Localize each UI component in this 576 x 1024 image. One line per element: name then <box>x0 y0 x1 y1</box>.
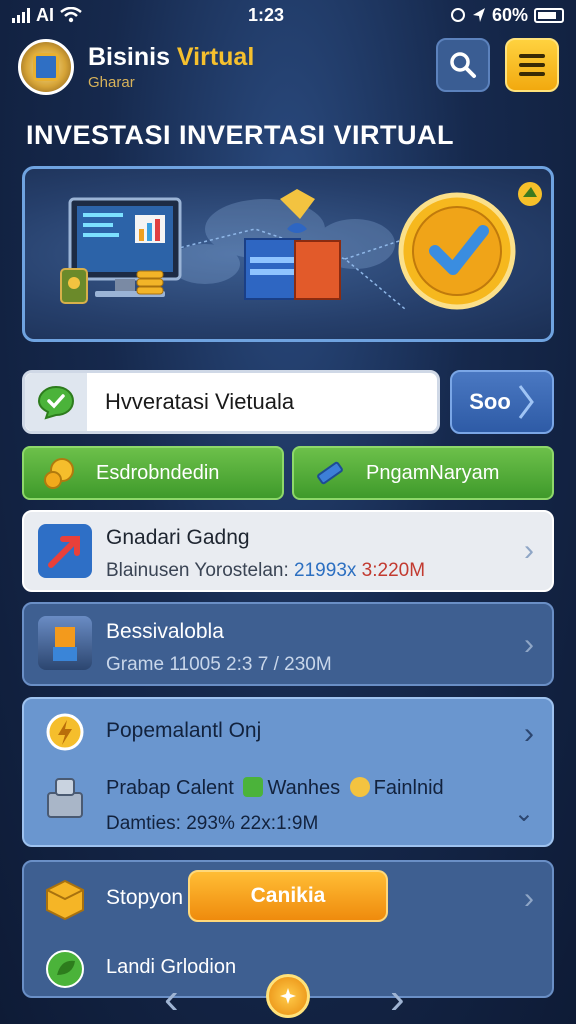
chevron-down-icon[interactable]: ⌄ <box>514 799 534 829</box>
action-right-label: PngamNaryam <box>366 461 500 484</box>
brand: Bisinis Virtual Gharar <box>88 43 254 91</box>
app-header: Bisinis Virtual Gharar <box>0 30 576 104</box>
game-icon <box>38 616 92 670</box>
list-item[interactable]: Bessivalobla Grame 11005 2:3 7 / 230M › <box>22 602 554 686</box>
card-subtitle: Grame 11005 2:3 7 / 230M <box>106 654 332 675</box>
search-button[interactable] <box>436 38 490 92</box>
plant-jar-icon <box>60 268 88 304</box>
gold-box-icon <box>38 872 92 926</box>
battery-icon <box>534 7 564 23</box>
chevron-right-icon: › <box>524 534 534 567</box>
chat-check-icon <box>25 373 87 431</box>
small-gem-icon <box>518 182 542 206</box>
card-title: Gnadari Gadng <box>106 526 250 549</box>
arrow-up-icon <box>38 524 92 578</box>
check-badge-icon <box>243 777 264 797</box>
card-title: Stopyon <box>106 886 184 909</box>
card-subtitle: Blainusen Yorostelan: 21993x 3:220M <box>106 560 426 581</box>
list-item-expanded[interactable]: Popemalantl Onj › Prabap Calent Wanhes F… <box>22 697 554 847</box>
action-button-right[interactable]: PngamNaryam <box>292 446 554 500</box>
page-title: INVESTASI INVERTASI VIRTUAL <box>26 120 455 150</box>
server-icon <box>38 771 92 825</box>
list-item[interactable]: Gnadari Gadng Blainusen Yorostelan: 2199… <box>22 510 554 592</box>
battery-percent: 60% <box>491 4 528 25</box>
hero-banner <box>22 166 554 342</box>
pencil-icon <box>312 456 346 490</box>
status-bar: AI 1:23 60% <box>0 0 576 30</box>
app-logo <box>18 39 74 95</box>
search-icon <box>450 52 476 78</box>
location-icon <box>472 8 485 22</box>
card-subtitle: Damties: 293% 22x:1:9M <box>106 813 319 834</box>
wifi-icon <box>60 7 82 23</box>
card-title: Popemalantl Onj <box>106 719 262 742</box>
carrier-label: AI <box>36 4 54 25</box>
brand-title: Bisinis Virtual <box>88 43 255 71</box>
chevron-right-icon: › <box>524 882 534 915</box>
gear-badge-icon <box>349 777 370 797</box>
search-field[interactable]: Hvveratasi Vietuala <box>22 370 440 434</box>
chevron-right-icon: › <box>524 717 534 750</box>
card-detail-row: Prabap Calent Wanhes Fainlnid <box>106 777 444 799</box>
alarm-icon <box>450 8 465 22</box>
coins-icon <box>42 456 76 490</box>
bottom-nav: ‹ › <box>0 964 576 1024</box>
menu-button[interactable] <box>505 38 559 92</box>
lightning-badge-icon <box>38 709 92 763</box>
signal-icon <box>12 7 30 23</box>
card-title: Bessivalobla <box>106 620 224 643</box>
primary-action-button[interactable]: Canikia <box>188 870 388 922</box>
search-submit-label: Soo <box>469 389 511 414</box>
clock: 1:23 <box>247 4 284 25</box>
search-row: Hvveratasi Vietuala Soo <box>22 370 554 434</box>
banner-illustration <box>60 182 542 310</box>
coin-stack-icon <box>136 270 164 295</box>
action-left-label: Esdrobndedin <box>96 461 220 484</box>
chevron-right-icon: › <box>524 628 534 661</box>
search-input[interactable]: Hvveratasi Vietuala <box>105 389 294 415</box>
action-button-left[interactable]: Esdrobndedin <box>22 446 284 500</box>
chevron-right-icon[interactable]: › <box>390 974 405 1024</box>
checkmark-coin-icon <box>398 192 516 310</box>
hamburger-menu-icon <box>519 54 545 76</box>
chevron-left-icon[interactable]: ‹ <box>164 974 179 1024</box>
brand-subtitle: Gharar <box>88 74 135 91</box>
chevron-right-icon <box>518 385 534 419</box>
search-submit-button[interactable]: Soo <box>450 370 554 434</box>
home-star-icon[interactable] <box>266 974 310 1018</box>
